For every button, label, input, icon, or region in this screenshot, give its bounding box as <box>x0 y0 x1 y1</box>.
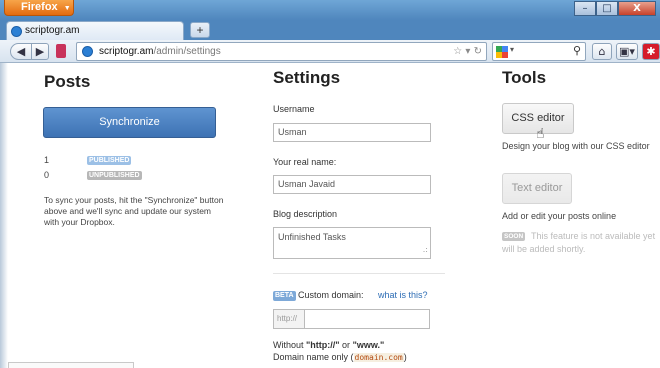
what-is-this-link[interactable]: what is this? <box>378 290 428 300</box>
minimize-button[interactable]: – <box>574 1 596 16</box>
hint2-prefix: Domain name only ( <box>273 352 354 362</box>
settings-heading: Settings <box>273 68 341 87</box>
soon-note-line1: This feature is not available yet <box>531 231 656 241</box>
custom-domain-input[interactable] <box>305 309 430 329</box>
arrow-right-icon: ▶ <box>35 45 45 58</box>
address-bar[interactable]: scriptogr.am/admin/settings ☆ ▾ ↻ <box>76 42 487 61</box>
close-window-button[interactable]: X <box>618 1 656 16</box>
status-bar-fragment <box>8 362 134 368</box>
description-label: Blog description <box>273 209 338 219</box>
sync-help-text: To sync your posts, hit the "Synchronize… <box>44 195 224 227</box>
hint2-suffix: ) <box>403 352 407 362</box>
addon-icon: ✱ <box>646 45 656 58</box>
maximize-button[interactable]: □ <box>596 1 618 16</box>
chevron-down-icon: ▼ <box>63 5 71 12</box>
published-badge: PUBLISHED <box>87 156 132 165</box>
css-editor-description: Design your blog with our CSS editor <box>502 141 650 151</box>
extension-icon[interactable] <box>56 44 66 58</box>
window-titlebar: Firefox ▼ – □ X <box>0 0 660 20</box>
google-search-engine-icon[interactable] <box>496 46 508 58</box>
posts-heading: Posts <box>44 72 91 91</box>
url-path: /admin/settings <box>153 46 221 57</box>
addon-button[interactable]: ✱ <box>642 43 660 60</box>
realname-field[interactable]: Usman Javaid <box>273 175 431 194</box>
chevron-down-icon: ▾ <box>510 45 515 54</box>
window-left-edge <box>0 63 8 368</box>
home-icon: ⌂ <box>598 45 606 58</box>
synchronize-button[interactable]: Synchronize <box>43 107 216 138</box>
window-controls: – □ X <box>574 1 656 16</box>
hint-or: or <box>339 340 353 350</box>
text-editor-description: Add or edit your posts online <box>502 211 617 221</box>
published-count: 1 <box>44 155 50 165</box>
domain-hint-line2: Domain name only (domain.com) <box>273 352 407 362</box>
domain-example-code: domain.com <box>353 353 404 362</box>
description-textarea[interactable]: Unfinished Tasks .: <box>273 227 431 259</box>
section-divider <box>273 273 445 274</box>
realname-label: Your real name: <box>273 157 337 167</box>
custom-domain-label: Custom domain: <box>298 290 364 300</box>
username-label: Username <box>273 104 315 114</box>
firefox-menu-button[interactable]: Firefox ▼ <box>4 0 74 16</box>
description-value: Unfinished Tasks <box>278 232 346 242</box>
unpublished-count: 0 <box>44 170 50 180</box>
back-button[interactable]: ◀ <box>10 43 32 60</box>
soon-badge: SOON <box>502 232 526 241</box>
new-tab-button[interactable]: + <box>190 22 210 38</box>
menu-icon: ▣▾ <box>619 45 635 58</box>
site-identity-icon[interactable] <box>82 46 93 57</box>
tab-title: scriptogr.am <box>25 25 80 36</box>
soon-note-line2: will be added shortly. <box>502 244 586 254</box>
http-prefix: http:// <box>273 309 305 329</box>
text-editor-button[interactable]: Text editor <box>502 173 572 204</box>
arrow-left-icon: ◀ <box>16 45 26 58</box>
tab-scriptogram[interactable]: scriptogr.am <box>6 21 184 40</box>
toolbar-menu-button[interactable]: ▣▾ <box>616 43 638 60</box>
resize-handle-icon[interactable]: .: <box>423 243 428 257</box>
home-button[interactable]: ⌂ <box>592 43 612 60</box>
tab-strip: scriptogr.am + <box>0 20 660 40</box>
firefox-menu-label: Firefox <box>21 1 58 13</box>
hand-cursor-icon: ☝ <box>536 126 545 142</box>
domain-hint-line1: Without "http://" or "www." <box>273 340 384 350</box>
username-field[interactable]: Usman <box>273 123 431 142</box>
beta-badge: BETA <box>273 291 296 301</box>
forward-button[interactable]: ▶ <box>31 43 49 60</box>
hint-www: "www." <box>352 340 385 350</box>
hint-prefix: Without <box>273 340 307 350</box>
site-favicon-icon <box>11 26 22 37</box>
tools-heading: Tools <box>502 68 547 87</box>
navigation-toolbar: ◀ ▶ scriptogr.am/admin/settings ☆ ▾ ↻ ▾ … <box>0 40 660 63</box>
url-domain: scriptogr.am <box>99 46 154 57</box>
search-icon[interactable]: ⚲ <box>573 44 581 57</box>
bookmark-star-icon[interactable]: ☆ ▾ ↻ <box>453 43 482 60</box>
hint-http: "http://" <box>306 340 340 350</box>
unpublished-badge: UNPUBLISHED <box>87 171 142 180</box>
search-bar[interactable]: ▾ ⚲ <box>492 42 586 61</box>
